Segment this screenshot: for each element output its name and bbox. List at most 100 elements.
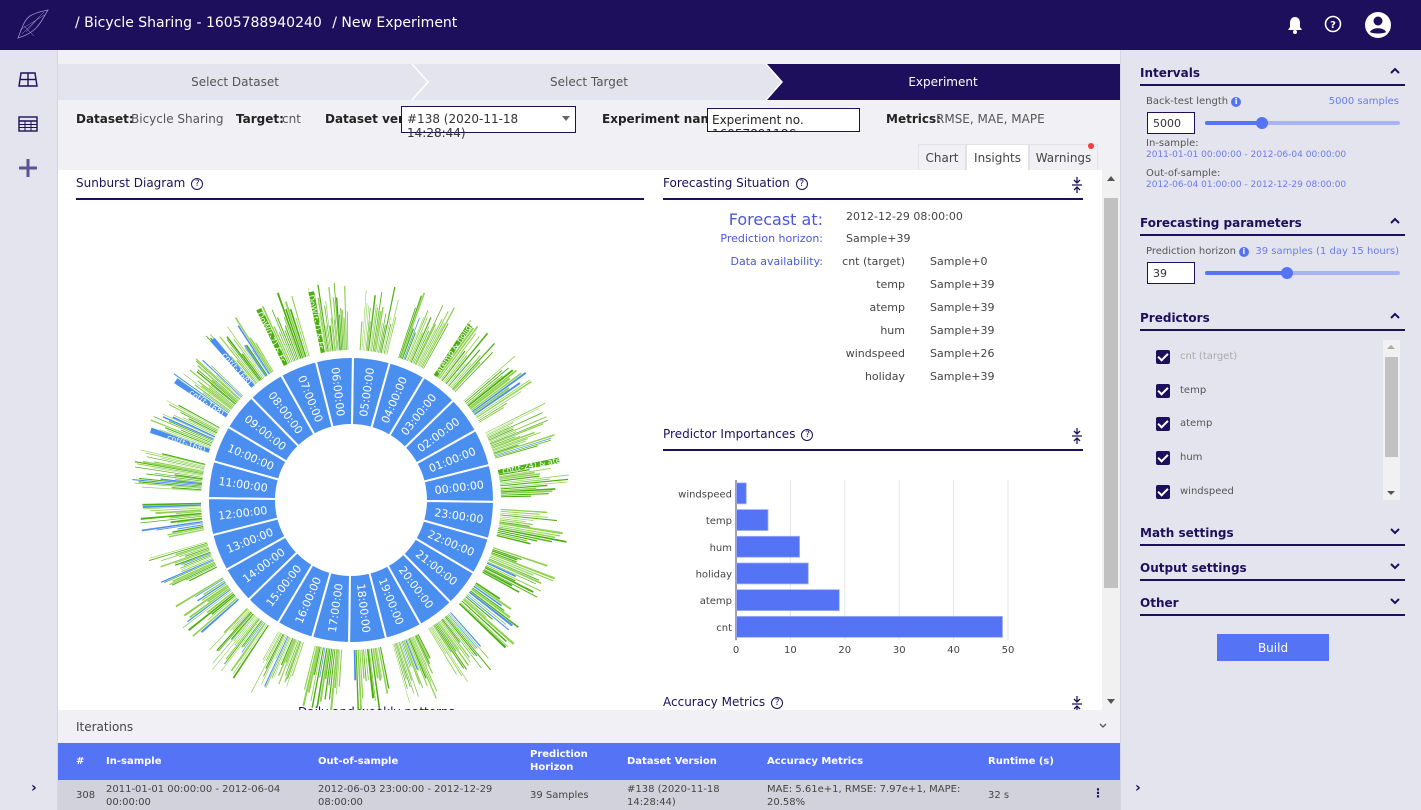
scroll-thumb[interactable] — [1385, 357, 1398, 457]
sunburst-outer-segment[interactable] — [368, 295, 376, 352]
sunburst-outer-segment[interactable] — [169, 562, 216, 586]
backtest-length-input[interactable]: 5000 — [1147, 112, 1195, 134]
sunburst-outer-segment[interactable] — [385, 299, 399, 355]
app-logo-icon[interactable] — [14, 8, 50, 42]
sunburst-outer-group[interactable] — [458, 582, 519, 649]
checkbox-checked-icon[interactable] — [1156, 383, 1170, 398]
forecasting-parameters-accordion[interactable]: Forecasting parameters — [1140, 208, 1405, 236]
help-icon[interactable]: ? — [771, 697, 784, 709]
scroll-thumb[interactable] — [1104, 198, 1118, 588]
dashboard-icon[interactable] — [17, 70, 39, 90]
sunburst-outer-segment[interactable] — [346, 311, 349, 351]
breadcrumb-experiment[interactable]: / New Experiment — [332, 15, 457, 31]
sunburst-outer-segment[interactable] — [216, 611, 252, 652]
help-icon[interactable]: ? — [191, 178, 204, 190]
sunburst-outer-group[interactable] — [149, 541, 218, 586]
bar-holiday[interactable] — [736, 562, 809, 585]
slider-thumb[interactable] — [1280, 267, 1293, 279]
math-settings-accordion[interactable]: Math settings — [1140, 518, 1405, 546]
help-icon[interactable]: ? — [795, 178, 808, 190]
chevron-up-icon[interactable] — [1389, 216, 1401, 226]
scroll-up-icon[interactable] — [1387, 345, 1395, 349]
bar-cnt[interactable] — [736, 615, 1003, 638]
bar-windspeed[interactable] — [736, 482, 747, 505]
sunburst-outer-group[interactable] — [392, 633, 438, 704]
iterations-header[interactable]: Iterations — [58, 710, 1120, 743]
scroll-up-icon[interactable] — [1107, 176, 1115, 181]
chevron-up-icon[interactable] — [1389, 66, 1401, 76]
expand-panel-chevron-icon[interactable]: › — [1135, 780, 1141, 796]
prediction-horizon-slider[interactable] — [1205, 267, 1400, 279]
table-icon[interactable] — [17, 114, 39, 134]
expand-nav-chevron-icon[interactable]: › — [31, 780, 37, 796]
sunburst-outer-segment[interactable] — [201, 583, 227, 601]
help-icon[interactable]: ? — [1324, 15, 1342, 33]
predictors-scrollbar[interactable] — [1383, 340, 1400, 500]
collapse-icon[interactable] — [1071, 176, 1083, 194]
chevron-down-icon[interactable] — [1389, 526, 1401, 536]
sunburst-diagram[interactable]: 00:00:0001:00:0002:00:0003:00:0004:00:00… — [68, 210, 648, 710]
insights-scrollbar[interactable] — [1102, 170, 1120, 710]
add-icon[interactable] — [17, 158, 39, 178]
help-icon[interactable]: ? — [801, 429, 814, 441]
sunburst-outer-segment[interactable] — [485, 408, 540, 435]
step-experiment[interactable]: Experiment — [766, 64, 1120, 100]
chevron-up-icon[interactable] — [1389, 311, 1401, 321]
sunburst-outer-group[interactable] — [482, 547, 555, 598]
tab-insights[interactable]: Insights — [966, 144, 1029, 170]
sunburst-outer-group[interactable] — [496, 508, 567, 545]
sunburst-outer-segment[interactable] — [262, 631, 279, 661]
chevron-down-icon[interactable] — [1389, 596, 1401, 606]
bar-atemp[interactable] — [736, 589, 840, 612]
sunburst-outer-group[interactable] — [132, 449, 206, 492]
sunburst-outer-group[interactable] — [485, 402, 555, 459]
col-version[interactable]: Dataset Version — [627, 755, 717, 768]
step-select-dataset[interactable]: Select Dataset — [58, 64, 412, 100]
predictors-accordion[interactable]: Predictors — [1140, 303, 1405, 331]
account-icon[interactable] — [1364, 11, 1392, 39]
tab-chart[interactable]: Chart — [918, 144, 966, 170]
sunburst-outer-segment[interactable] — [486, 425, 510, 437]
chevron-down-icon[interactable] — [1389, 561, 1401, 571]
breadcrumb-project[interactable]: / Bicycle Sharing - 1605788940240 — [75, 15, 322, 31]
collapse-icon[interactable] — [1071, 695, 1083, 710]
sunburst-outer-group[interactable] — [140, 502, 205, 538]
col-in-sample[interactable]: In-sample — [106, 755, 161, 768]
table-row[interactable]: 308 2011-01-01 00:00:00 - 2012-06-04 00:… — [58, 780, 1120, 810]
col-id[interactable]: # — [76, 755, 84, 768]
sunburst-outer-segment[interactable] — [250, 633, 283, 693]
sunburst-outer-segment[interactable] — [229, 609, 250, 631]
col-out-sample[interactable]: Out-of-sample — [318, 755, 398, 768]
sunburst-outer-group[interactable] — [353, 646, 390, 710]
col-horizon[interactable]: Prediction Horizon — [530, 748, 590, 774]
checkbox-checked-icon[interactable] — [1156, 417, 1170, 432]
checkbox-checked-icon[interactable] — [1156, 451, 1170, 466]
sunburst-outer-segment[interactable] — [140, 512, 202, 520]
col-runtime[interactable]: Runtime (s) — [988, 755, 1054, 768]
scroll-down-icon[interactable] — [1387, 491, 1395, 495]
scroll-down-icon[interactable] — [1107, 699, 1115, 704]
build-button[interactable]: Build — [1217, 634, 1329, 661]
bar-temp[interactable] — [736, 509, 769, 531]
prediction-horizon-input[interactable]: 39 — [1147, 262, 1195, 284]
tab-warnings[interactable]: Warnings — [1029, 143, 1098, 170]
bar-hum[interactable] — [736, 535, 801, 558]
dataset-version-select[interactable]: #138 (2020-11-18 14:28:44) — [401, 106, 576, 140]
experiment-name-input[interactable]: Experiment no. 1605789118€ — [707, 108, 860, 132]
checkbox-checked-icon[interactable] — [1156, 350, 1170, 364]
info-icon[interactable]: i — [1238, 247, 1249, 257]
sunburst-outer-segment[interactable] — [416, 634, 430, 660]
sunburst-outer-group[interactable] — [302, 645, 343, 710]
checkbox-checked-icon[interactable] — [1156, 484, 1170, 499]
backtest-length-slider[interactable] — [1205, 117, 1400, 129]
collapse-icon[interactable] — [1071, 427, 1083, 445]
other-accordion[interactable]: Other — [1140, 588, 1405, 616]
bell-icon[interactable] — [1287, 16, 1303, 34]
sunburst-outer-segment[interactable] — [224, 618, 260, 665]
chevron-down-icon[interactable] — [1099, 723, 1107, 729]
col-metrics[interactable]: Accuracy Metrics — [767, 755, 863, 768]
sunburst-outer-group[interactable] — [359, 286, 399, 355]
sunburst-outer-segment[interactable] — [485, 402, 546, 434]
intervals-accordion[interactable]: Intervals — [1140, 58, 1405, 86]
row-menu-icon[interactable]: ⋮ — [1092, 787, 1104, 800]
